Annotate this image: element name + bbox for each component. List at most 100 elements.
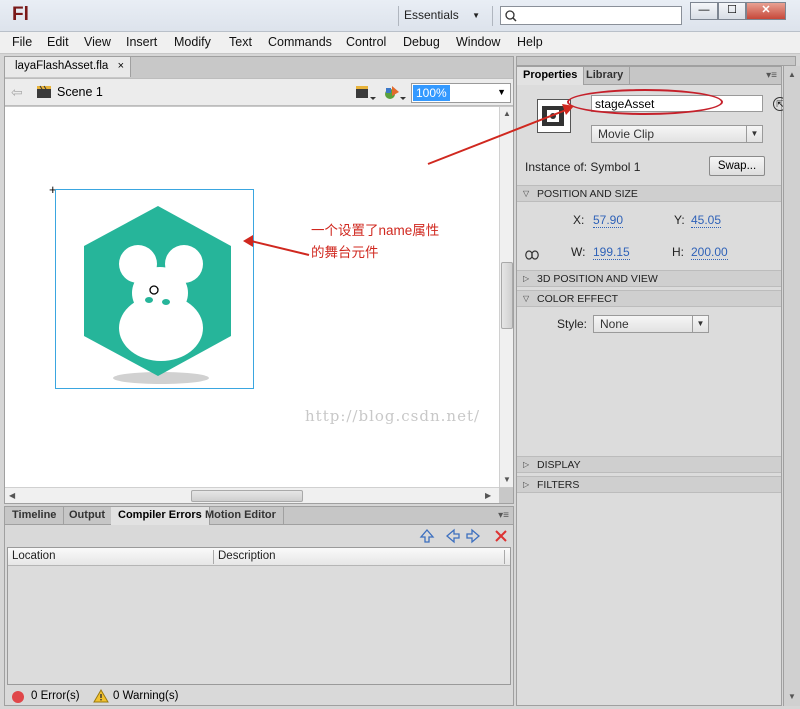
section-display[interactable]: ▷ DISPLAY (517, 456, 781, 473)
x-label: X: (573, 213, 585, 227)
scene-label: Scene 1 (57, 85, 103, 99)
scroll-up-icon[interactable]: ▲ (788, 70, 796, 79)
w-value[interactable]: 199.15 (593, 245, 630, 260)
chevron-down-icon: ▽ (523, 189, 530, 198)
column-description[interactable]: Description (218, 550, 276, 562)
tab-library[interactable]: Library (580, 67, 631, 85)
tab-output[interactable]: Output (62, 507, 114, 525)
scroll-thumb[interactable] (501, 262, 513, 329)
chevron-down-icon: ▼ (692, 316, 708, 332)
instance-of-value: Symbol 1 (590, 160, 641, 174)
panel-scrollbar[interactable]: ▲ ▼ (783, 66, 800, 706)
menu-file[interactable]: File (12, 35, 32, 49)
symbol-type-value: Movie Clip (598, 127, 655, 141)
tab-motion-editor[interactable]: Motion Editor (198, 507, 284, 525)
edit-scene-icon[interactable] (383, 84, 407, 102)
highlight-ellipse (567, 89, 723, 115)
minimize-button[interactable]: — (690, 2, 718, 20)
menu-bar: File Edit View Insert Modify Text Comman… (0, 32, 800, 54)
panel-menu-icon[interactable]: ▾≡ (498, 510, 509, 521)
errors-table-header: Location Description (8, 548, 510, 566)
symbol-type-select[interactable]: Movie Clip ▼ (591, 125, 763, 143)
section-3d-position[interactable]: ▷ 3D POSITION AND VIEW (517, 270, 781, 287)
chevron-down-icon: ▼ (497, 87, 506, 97)
back-arrow-icon[interactable]: ⇦ (11, 84, 23, 101)
tab-timeline[interactable]: Timeline (5, 507, 65, 525)
restore-button[interactable]: ☐ (718, 2, 746, 20)
search-icon (505, 10, 517, 22)
search-input[interactable] (500, 6, 682, 25)
style-label: Style: (557, 317, 588, 331)
close-button[interactable]: ✕ (746, 2, 786, 20)
document-area: layaFlashAsset.fla × ⇦ Scene 1 100% ▼ + (4, 56, 514, 504)
column-divider (213, 550, 214, 564)
scroll-up-icon[interactable]: ▲ (503, 109, 511, 118)
bottom-panel: Timeline Output Compiler Errors Motion E… (4, 506, 514, 706)
menu-control[interactable]: Control (346, 35, 386, 49)
stage[interactable]: + 一个设置了name属性 的舞台元件 http://blog.csdn.net… (5, 107, 499, 487)
watermark: http://blog.csdn.net/ (305, 407, 481, 425)
tab-properties[interactable]: Properties (517, 67, 585, 85)
menu-debug[interactable]: Debug (403, 35, 440, 49)
section-title: COLOR EFFECT (537, 293, 619, 305)
clear-errors-icon[interactable] (493, 528, 509, 544)
h-value[interactable]: 200.00 (691, 245, 728, 260)
chevron-down-icon: ▼ (746, 126, 762, 142)
edit-symbols-icon[interactable] (355, 84, 377, 102)
section-filters[interactable]: ▷ FILTERS (517, 476, 781, 493)
edit-bar: ⇦ Scene 1 100% ▼ (5, 78, 513, 106)
tab-compiler-errors[interactable]: Compiler Errors (111, 507, 210, 525)
style-select[interactable]: None ▼ (593, 315, 709, 333)
horizontal-scrollbar[interactable]: ◀ ▶ (5, 487, 499, 503)
menu-window[interactable]: Window (456, 35, 500, 49)
previous-error-icon[interactable] (445, 528, 461, 544)
scroll-down-icon[interactable]: ▼ (788, 692, 796, 701)
chevron-right-icon: ▷ (523, 480, 530, 489)
panel-menu-icon[interactable]: ▾≡ (766, 70, 777, 81)
h-label: H: (672, 245, 684, 259)
x-value[interactable]: 57.90 (593, 213, 624, 228)
menu-commands[interactable]: Commands (268, 35, 332, 49)
go-to-source-icon[interactable] (419, 528, 435, 544)
document-tab[interactable]: layaFlashAsset.fla × (5, 57, 131, 77)
warning-icon (93, 689, 109, 703)
swap-button[interactable]: Swap... (709, 156, 765, 176)
scroll-left-icon[interactable]: ◀ (9, 491, 15, 500)
menu-modify[interactable]: Modify (174, 35, 211, 49)
column-location[interactable]: Location (12, 550, 55, 562)
instance-of-label: Instance of: (525, 160, 588, 174)
menu-view[interactable]: View (84, 35, 111, 49)
properties-panel: Properties Library ▾≡ stageAsset ⇱ Movie… (516, 66, 787, 706)
scroll-down-icon[interactable]: ▼ (503, 475, 511, 484)
divider (492, 6, 493, 26)
next-error-icon[interactable] (465, 528, 481, 544)
menu-insert[interactable]: Insert (126, 35, 157, 49)
error-icon (12, 691, 24, 703)
y-value[interactable]: 45.05 (691, 213, 722, 228)
errors-table: Location Description (7, 547, 511, 685)
properties-tabs: Properties Library ▾≡ (517, 67, 781, 85)
link-icon[interactable] (525, 249, 539, 261)
scroll-thumb[interactable] (191, 490, 303, 502)
section-color-effect[interactable]: ▽ COLOR EFFECT (517, 290, 781, 307)
error-count: 0 Error(s) (31, 690, 80, 702)
scroll-right-icon[interactable]: ▶ (485, 491, 491, 500)
workspace-switcher[interactable]: Essentials ▼ (404, 8, 486, 26)
zoom-select[interactable]: 100% ▼ (411, 83, 511, 103)
errors-toolbar (5, 525, 513, 547)
section-title: 3D POSITION AND VIEW (537, 273, 658, 285)
bottom-panel-tabs: Timeline Output Compiler Errors Motion E… (5, 507, 513, 525)
vertical-scrollbar[interactable]: ▲ ▼ (499, 107, 513, 487)
workspace-label: Essentials (404, 8, 459, 22)
annotation-arrow (243, 235, 310, 256)
errors-status-bar: 0 Error(s) 0 Warning(s) (5, 687, 513, 705)
annotation-text: 一个设置了name属性 的舞台元件 (311, 220, 481, 264)
menu-text[interactable]: Text (229, 35, 252, 49)
close-icon[interactable]: × (118, 60, 124, 72)
chevron-down-icon: ▼ (472, 11, 480, 20)
menu-edit[interactable]: Edit (47, 35, 69, 49)
panel-dock-header (516, 56, 796, 66)
instance-of: Instance of: Symbol 1 (525, 160, 640, 174)
menu-help[interactable]: Help (517, 35, 543, 49)
section-position-size[interactable]: ▽ POSITION AND SIZE (517, 185, 781, 202)
